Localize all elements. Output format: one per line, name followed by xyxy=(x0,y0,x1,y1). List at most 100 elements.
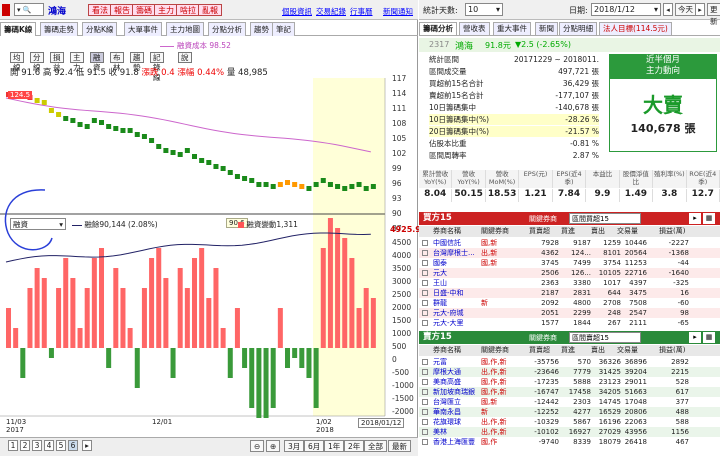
zoom-in-icon[interactable]: ⊕ xyxy=(266,440,281,452)
column-header[interactable]: 損益(萬) xyxy=(659,226,685,237)
column-header[interactable]: 交易量 xyxy=(617,345,638,356)
column-header[interactable]: 買進 xyxy=(561,345,575,356)
refresh-button[interactable]: 更新 xyxy=(707,3,720,26)
table-row[interactable]: 華南永昌新 -12252 4277 16529 20806 488 xyxy=(419,407,720,417)
tool-help[interactable]: 說 xyxy=(178,52,192,63)
column-header[interactable]: 買進 xyxy=(561,226,575,237)
column-header[interactable]: 關鍵券商 xyxy=(481,226,509,237)
tab-chip-analysis[interactable]: 籌碼分析 xyxy=(419,22,457,35)
row-checkbox[interactable] xyxy=(422,240,428,246)
price-margin-chart[interactable] xyxy=(0,78,418,418)
table-row[interactable]: 中國信託 國,新 7928 9187 1259 10446 -2227 xyxy=(419,238,720,248)
table-row[interactable]: 群龍新 2092 4800 2708 7508 -60 xyxy=(419,298,720,308)
row-checkbox[interactable] xyxy=(422,280,428,286)
date-picker[interactable]: 2018/1/12 ▾ xyxy=(591,3,661,16)
view-button[interactable]: 看法 xyxy=(88,4,112,16)
table-row[interactable]: 日盛-中和 2187 2831 644 3475 16 xyxy=(419,288,720,298)
row-checkbox[interactable] xyxy=(422,429,428,435)
tool-bollinger[interactable]: 布林 xyxy=(110,52,124,72)
stock-info-link[interactable]: 個股資訊 xyxy=(282,6,312,17)
tab-news[interactable]: 新聞 xyxy=(535,22,558,35)
tab-notes[interactable]: 筆記 xyxy=(272,22,295,36)
table-row[interactable]: 國泰 國,新 3745 7499 3754 11253 -44 xyxy=(419,258,720,268)
expand-icon[interactable]: ▸ xyxy=(689,213,701,224)
tab-big-orders[interactable]: 大單事件 xyxy=(124,22,162,36)
tab-trend[interactable]: 趨勢 xyxy=(250,22,273,36)
column-header[interactable]: 賣出 xyxy=(591,345,605,356)
tool-trend[interactable]: 趨勢 xyxy=(130,52,144,72)
grid-icon[interactable]: ▦ xyxy=(703,213,715,224)
row-checkbox[interactable] xyxy=(422,379,428,385)
tool-pnl[interactable]: 損益 xyxy=(50,52,64,72)
column-header[interactable]: 關鍵券商 xyxy=(481,345,509,356)
table-row[interactable]: 香港上海匯豐 國,作 -9740 8339 18079 26418 467 xyxy=(419,437,720,447)
tab-target[interactable]: 法人目標(114.5元) xyxy=(599,22,672,35)
column-header[interactable]: 交易量 xyxy=(617,226,638,237)
zoom-out-icon[interactable]: ⊖ xyxy=(250,440,265,452)
page-2[interactable]: 2 xyxy=(20,440,30,451)
range-6m[interactable]: 6月 xyxy=(304,440,325,452)
tab-revenue[interactable]: 營收表 xyxy=(459,22,490,35)
row-checkbox[interactable] xyxy=(422,290,428,296)
row-checkbox[interactable] xyxy=(422,369,428,375)
row-checkbox[interactable] xyxy=(422,310,428,316)
table-row[interactable]: 美商高盛 國,作,新 -17235 5888 23123 29011 528 xyxy=(419,377,720,387)
range-1y[interactable]: 1年 xyxy=(324,440,345,452)
page-4[interactable]: 4 xyxy=(44,440,54,451)
row-checkbox[interactable] xyxy=(422,389,428,395)
next-day-button[interactable]: ▸ xyxy=(695,3,705,16)
range-all[interactable]: 全部 xyxy=(364,440,387,452)
column-header[interactable]: 券商名稱 xyxy=(433,345,461,356)
chips-button[interactable]: 籌碼 xyxy=(132,4,156,16)
column-header[interactable]: 買賣超 xyxy=(529,345,550,356)
row-checkbox[interactable] xyxy=(422,399,428,405)
main-force-button[interactable]: 主力 xyxy=(154,4,178,16)
table-row[interactable]: 花旗環球 出,作,新 -10329 5867 16196 22063 588 xyxy=(419,417,720,427)
column-header[interactable]: 券商名稱 xyxy=(433,226,461,237)
tab-events[interactable]: 重大事件 xyxy=(493,22,531,35)
range-2y[interactable]: 2年 xyxy=(344,440,365,452)
page-5[interactable]: 5 xyxy=(56,440,66,451)
row-checkbox[interactable] xyxy=(422,359,428,365)
stock-name[interactable]: 鴻海 xyxy=(48,4,66,17)
table-row[interactable]: 台灣摩根士... 出,新 4362 124... 8101 20564 -1368 xyxy=(419,248,720,258)
news-alert-link[interactable]: 新聞通知 xyxy=(383,6,413,17)
next-page-icon[interactable]: ▸ xyxy=(82,440,92,451)
today-button[interactable]: 今天 xyxy=(675,3,696,16)
range-3m[interactable]: 3月 xyxy=(284,440,305,452)
row-checkbox[interactable] xyxy=(422,409,428,415)
table-row[interactable]: 王山 2363 3380 1017 4397 -325 xyxy=(419,278,720,288)
news-button[interactable]: 亂報 xyxy=(198,4,222,16)
column-header[interactable]: 賣出 xyxy=(591,226,605,237)
tab-branch-kline[interactable]: 分點K線 xyxy=(82,22,118,36)
page-6[interactable]: 6 xyxy=(68,440,78,451)
prev-day-button[interactable]: ◂ xyxy=(663,3,673,16)
range-select[interactable]: 10 ▾ xyxy=(465,3,503,16)
row-checkbox[interactable] xyxy=(422,250,428,256)
buyer-range-select[interactable]: 區間買超15 xyxy=(569,213,641,224)
table-row[interactable]: 新加坡商瑞銀 國,作,新 -16747 17458 34205 51663 617 xyxy=(419,387,720,397)
table-row[interactable]: 元大-府城 2051 2299 248 2547 98 xyxy=(419,308,720,318)
table-row[interactable]: 台灣匯立 國,新 -12442 2303 14745 17048 377 xyxy=(419,397,720,407)
report-button[interactable]: 報告 xyxy=(110,4,134,16)
row-checkbox[interactable] xyxy=(422,439,428,445)
table-row[interactable]: 摩根大通 出,作,新 -23646 7779 31425 39204 2215 xyxy=(419,367,720,377)
row-checkbox[interactable] xyxy=(422,300,428,306)
column-header[interactable]: 買賣超 xyxy=(529,226,550,237)
chat-button[interactable]: 啥拉 xyxy=(176,4,200,16)
expand-icon[interactable]: ▸ xyxy=(689,332,701,343)
row-checkbox[interactable] xyxy=(422,419,428,425)
calendar-link[interactable]: 行事曆 xyxy=(350,6,373,17)
tool-force[interactable]: 主力 xyxy=(70,52,84,72)
table-row[interactable]: 元大-大里 1577 1844 267 2111 -65 xyxy=(419,318,720,328)
table-row[interactable]: 元富 國,作,新 -35756 570 36326 36896 2892 xyxy=(419,357,720,367)
page-1[interactable]: 1 xyxy=(8,440,18,451)
sub-indicator-select[interactable]: 融資 ▾ xyxy=(10,218,66,230)
tab-branch-analysis[interactable]: 分點分析 xyxy=(208,22,246,36)
tab-force-map[interactable]: 主力地圖 xyxy=(166,22,204,36)
tab-branch-detail[interactable]: 分點明細 xyxy=(559,22,597,35)
tab-chip-trend[interactable]: 籌碼走勢 xyxy=(40,22,78,36)
seller-range-select[interactable]: 區間賣超15 xyxy=(569,332,641,343)
row-checkbox[interactable] xyxy=(422,270,428,276)
tool-margin[interactable]: 融資 xyxy=(90,52,104,72)
